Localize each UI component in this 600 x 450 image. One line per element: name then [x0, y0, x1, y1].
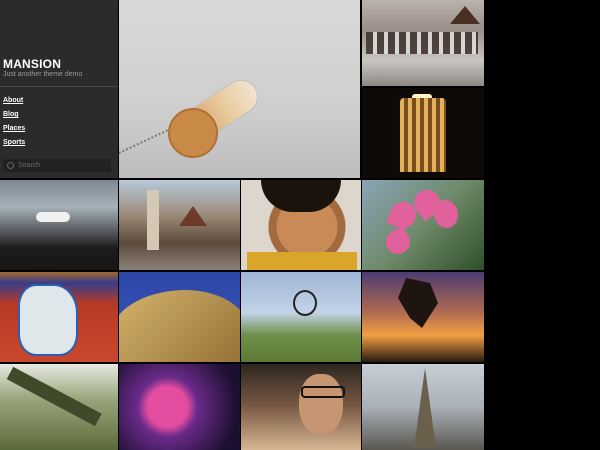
photo-tile-stupa[interactable] — [362, 364, 484, 450]
lamp-pillar-graphic — [400, 98, 446, 172]
sidebar: MANSION Just another theme demo About Bl… — [0, 0, 118, 178]
child-hair-graphic — [261, 180, 341, 212]
photo-tile-flower[interactable] — [362, 180, 484, 270]
nav-link-about[interactable]: About — [3, 97, 23, 104]
photo-tile-party[interactable] — [119, 364, 240, 450]
stupa-spire-graphic — [414, 368, 436, 448]
photo-tile-bike-jump[interactable] — [241, 272, 361, 362]
photo-tile-bridge[interactable] — [0, 364, 118, 450]
nav-item-about: About — [3, 94, 25, 105]
petal-graphic — [381, 225, 415, 259]
bridge-beam-graphic — [6, 366, 102, 427]
pagoda-graphic — [179, 206, 207, 226]
bike-rider-graphic — [293, 290, 317, 316]
palace-windows-graphic — [366, 32, 478, 54]
photo-tile-couple[interactable] — [241, 364, 361, 450]
sculpture-curve-graphic — [119, 290, 240, 362]
sidebar-divider — [0, 86, 118, 87]
photo-tile-fog-log[interactable] — [119, 0, 360, 178]
nav-item-blog: Blog — [3, 108, 25, 119]
site-tagline: Just another theme demo — [3, 71, 83, 78]
temple-tower-graphic — [147, 190, 159, 250]
nav-link-sports[interactable]: Sports — [3, 139, 25, 146]
search-icon — [7, 162, 14, 169]
log-end-graphic — [168, 108, 218, 158]
pagoda-roof-graphic — [450, 6, 480, 24]
nav-link-blog[interactable]: Blog — [3, 111, 19, 118]
photo-tile-mountain[interactable] — [0, 180, 118, 270]
photo-tile-dragon[interactable] — [0, 272, 118, 362]
face-graphic — [299, 374, 343, 434]
cloud-graphic — [36, 212, 70, 222]
photo-tile-child[interactable] — [241, 180, 361, 270]
glasses-graphic — [301, 386, 345, 398]
nav-link-places[interactable]: Places — [3, 125, 25, 132]
site-title[interactable]: MANSION — [3, 57, 61, 71]
search-placeholder: Search — [18, 162, 41, 169]
photo-tile-sunset-jump[interactable] — [362, 272, 484, 362]
petal-graphic — [431, 198, 461, 230]
photo-tile-temples[interactable] — [119, 180, 240, 270]
photo-tile-sculpture[interactable] — [119, 272, 240, 362]
nav-item-places: Places — [3, 122, 25, 133]
jumper-silhouette-graphic — [398, 278, 438, 328]
dragon-statue-graphic — [18, 284, 78, 356]
main-nav: About Blog Places Sports — [3, 94, 25, 150]
child-shirt-graphic — [247, 252, 357, 270]
search-input[interactable]: Search — [3, 159, 111, 172]
nav-item-sports: Sports — [3, 136, 25, 147]
photo-tile-lamp[interactable] — [362, 88, 484, 178]
photo-tile-palace[interactable] — [362, 0, 484, 86]
